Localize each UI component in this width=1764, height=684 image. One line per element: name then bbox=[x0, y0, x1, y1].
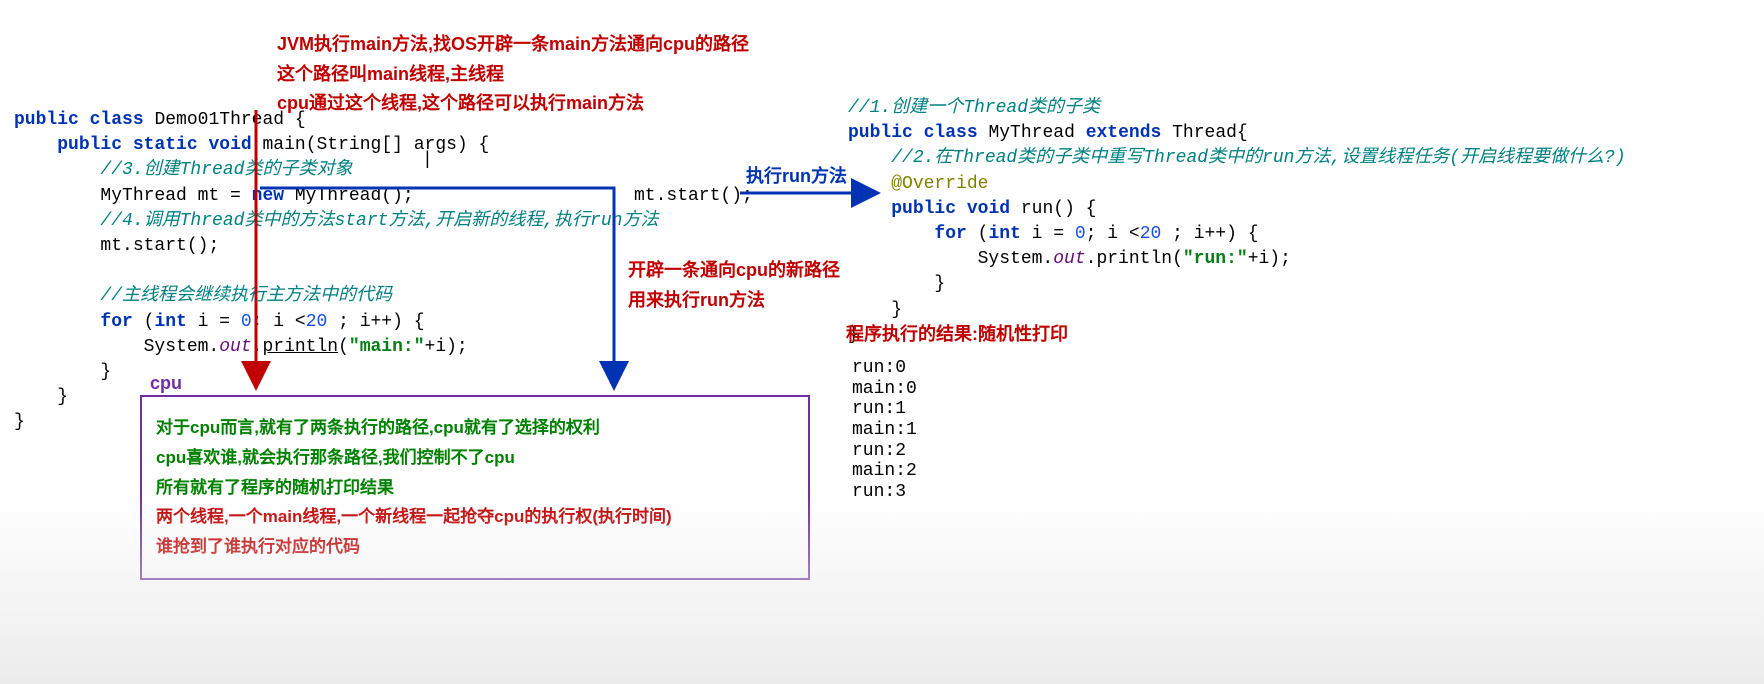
left-code-block: public class Demo01Thread { public stati… bbox=[14, 108, 658, 435]
kw-public: public bbox=[891, 199, 956, 219]
mid-annot-line2: 用来执行run方法 bbox=[628, 286, 840, 316]
override-anno: @Override bbox=[891, 174, 988, 194]
brace: } bbox=[100, 362, 111, 382]
class-mythread: MyThread bbox=[988, 123, 1074, 143]
result-title: 程序执行的结果:随机性打印 bbox=[846, 322, 1068, 347]
mt-start-call: mt.start(); bbox=[100, 236, 219, 256]
kw-for: for bbox=[100, 312, 132, 332]
right-code-block: //1.创建一个Thread类的子类 public class MyThread… bbox=[848, 96, 1626, 348]
kw-new: new bbox=[252, 186, 284, 206]
concat: +i); bbox=[1248, 249, 1291, 269]
decl-i: i = bbox=[187, 312, 241, 332]
paren: ( bbox=[338, 337, 349, 357]
str-main: "main:" bbox=[349, 337, 425, 357]
kw-public: public bbox=[14, 110, 79, 130]
out-l5: run:2 bbox=[852, 441, 906, 461]
top-annotation-block: JVM执行main方法,找OS开辟一条main方法通向cpu的路径 这个路径叫m… bbox=[277, 30, 749, 119]
kw-void: void bbox=[208, 135, 251, 155]
run-sig: run() { bbox=[1021, 199, 1097, 219]
out-l2: main:0 bbox=[852, 379, 917, 399]
thread: Thread{ bbox=[1172, 123, 1248, 143]
sys: System. bbox=[978, 249, 1054, 269]
kw-int: int bbox=[988, 224, 1020, 244]
kw-class: class bbox=[90, 110, 144, 130]
kw-for: for bbox=[934, 224, 966, 244]
comment-3: //3.创建Thread类的子类对象 bbox=[100, 160, 352, 180]
cpu-explanation-box: 对于cpu而言,就有了两条执行的路径,cpu就有了选择的权利 cpu喜欢谁,就会… bbox=[140, 395, 810, 580]
cpu-box-l2: cpu喜欢谁,就会执行那条路径,我们控制不了cpu bbox=[156, 443, 794, 473]
comment-1: //1.创建一个Thread类的子类 bbox=[848, 98, 1100, 118]
concat: +i); bbox=[425, 337, 468, 357]
brace: } bbox=[14, 412, 25, 432]
cond: ; i < bbox=[252, 312, 306, 332]
kw-static: static bbox=[133, 135, 198, 155]
brace: } bbox=[891, 300, 902, 320]
inc: ; i++) { bbox=[327, 312, 424, 332]
num-0: 0 bbox=[1075, 224, 1086, 244]
kw-class: class bbox=[924, 123, 978, 143]
class-name: Demo01Thread bbox=[154, 110, 284, 130]
field-out: out bbox=[1053, 249, 1085, 269]
cpu-box-l5: 谁抢到了谁执行对应的代码 bbox=[156, 532, 794, 562]
main-sig: main(String[] args) { bbox=[263, 135, 490, 155]
run-arrow-label: 执行run方法 bbox=[746, 164, 847, 189]
comment-2: //2.在Thread类的子类中重写Thread类中的run方法,设置线程任务(… bbox=[891, 148, 1625, 168]
cpu-label: cpu bbox=[150, 371, 182, 396]
output-block: run:0 main:0 run:1 main:1 run:2 main:2 r… bbox=[852, 358, 917, 503]
top-annot-line2: 这个路径叫main线程,主线程 bbox=[277, 60, 749, 90]
cpu-box-l4: 两个线程,一个main线程,一个新线程一起抢夺cpu的执行权(执行时间) bbox=[156, 502, 794, 532]
kw-public: public bbox=[848, 123, 913, 143]
paren: ( bbox=[133, 312, 155, 332]
num-20: 20 bbox=[1140, 224, 1162, 244]
field-out: out bbox=[219, 337, 251, 357]
brace: { bbox=[295, 110, 306, 130]
sys: System. bbox=[144, 337, 220, 357]
brace: } bbox=[57, 387, 68, 407]
paren: ( bbox=[967, 224, 989, 244]
cpu-box-l3: 所有就有了程序的随机打印结果 bbox=[156, 473, 794, 503]
out-l4: main:1 bbox=[852, 420, 917, 440]
decl: MyThread mt = bbox=[100, 186, 251, 206]
ctor: MyThread(); bbox=[284, 186, 414, 206]
dot: . bbox=[252, 337, 263, 357]
cpu-box-l1: 对于cpu而言,就有了两条执行的路径,cpu就有了选择的权利 bbox=[156, 413, 794, 443]
decl-i: i = bbox=[1021, 224, 1075, 244]
kw-int: int bbox=[154, 312, 186, 332]
cond: ; i < bbox=[1086, 224, 1140, 244]
comment-main-cont: //主线程会继续执行主方法中的代码 bbox=[100, 286, 392, 306]
num-20: 20 bbox=[306, 312, 328, 332]
out-l7: run:3 bbox=[852, 482, 906, 502]
mid-annotation-block: 开辟一条通向cpu的新路径 用来执行run方法 bbox=[628, 256, 840, 315]
num-0: 0 bbox=[241, 312, 252, 332]
out-l1: run:0 bbox=[852, 358, 906, 378]
text-cursor-icon: | bbox=[422, 148, 433, 173]
out-l3: run:1 bbox=[852, 399, 906, 419]
inc: ; i++) { bbox=[1161, 224, 1258, 244]
mid-annot-line1: 开辟一条通向cpu的新路径 bbox=[628, 256, 840, 286]
mt-start-middle: mt.start(); bbox=[634, 184, 753, 209]
kw-void: void bbox=[967, 199, 1010, 219]
comment-4: //4.调用Thread类中的方法start方法,开启新的线程,执行run方法 bbox=[100, 211, 658, 231]
println: .println( bbox=[1086, 249, 1183, 269]
out-l6: main:2 bbox=[852, 461, 917, 481]
str-run: "run:" bbox=[1183, 249, 1248, 269]
top-annot-line1: JVM执行main方法,找OS开辟一条main方法通向cpu的路径 bbox=[277, 30, 749, 60]
kw-public: public bbox=[57, 135, 122, 155]
println: println bbox=[262, 337, 338, 357]
brace: } bbox=[934, 274, 945, 294]
kw-extends: extends bbox=[1086, 123, 1162, 143]
